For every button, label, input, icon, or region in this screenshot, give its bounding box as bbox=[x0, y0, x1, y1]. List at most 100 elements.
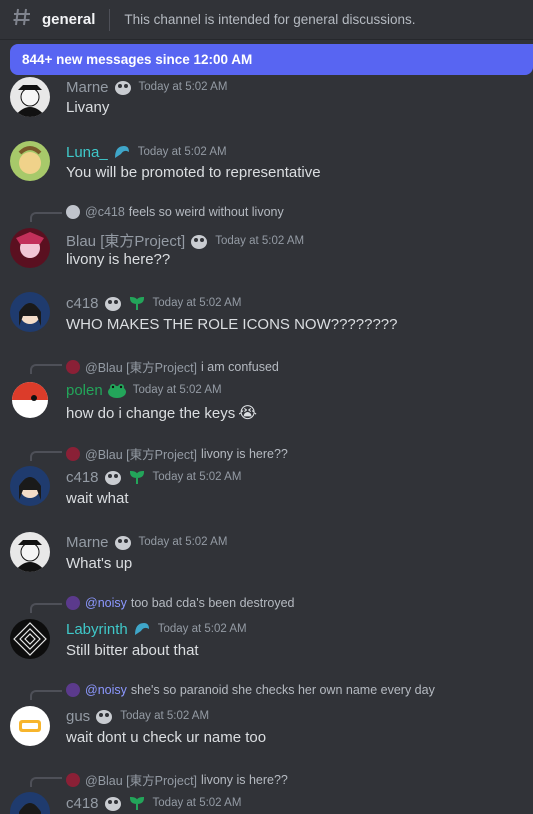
reply-connector bbox=[30, 212, 62, 222]
message-header: Blau [東方Project] Today at 5:02 AM bbox=[66, 230, 304, 251]
message-text: What's up bbox=[66, 555, 133, 572]
role-badge-icon bbox=[94, 707, 114, 725]
reply-avatar-icon bbox=[66, 205, 80, 219]
message-text: WHO MAKES THE ROLE ICONS NOW???????? bbox=[66, 316, 398, 333]
luna-avatar-icon[interactable] bbox=[10, 141, 50, 181]
reply-author[interactable]: @Blau [東方Project] bbox=[85, 770, 197, 789]
wave-badge-icon bbox=[132, 620, 152, 638]
sprout-badge-icon bbox=[127, 294, 147, 312]
c418-avatar-icon[interactable] bbox=[10, 792, 50, 814]
channel-header: general This channel is intended for gen… bbox=[0, 0, 533, 40]
message-text: wait what bbox=[66, 490, 129, 507]
message-header: polen Today at 5:02 AM bbox=[66, 381, 222, 399]
reply-author[interactable]: @Blau [東方Project] bbox=[85, 444, 197, 463]
role-badge-icon bbox=[103, 794, 123, 812]
username[interactable]: c418 bbox=[66, 795, 99, 812]
username[interactable]: polen bbox=[66, 382, 103, 399]
username[interactable]: Luna_ bbox=[66, 144, 108, 161]
reply-text: too bad cda's been destroyed bbox=[130, 596, 295, 610]
reply-text: she's so paranoid she checks her own nam… bbox=[130, 683, 435, 697]
role-badge-icon bbox=[113, 78, 133, 96]
timestamp[interactable]: Today at 5:02 AM bbox=[133, 384, 222, 396]
username[interactable]: gus bbox=[66, 708, 90, 725]
reply-connector bbox=[30, 690, 62, 700]
role-badge-icon bbox=[103, 468, 123, 486]
message-body: how do i change the keys bbox=[66, 404, 236, 422]
reply-avatar-icon bbox=[66, 596, 80, 610]
message-header: Marne Today at 5:02 AM bbox=[66, 78, 227, 96]
timestamp[interactable]: Today at 5:02 AM bbox=[139, 81, 228, 93]
new-messages-banner[interactable]: 844+ new messages since 12:00 AM bbox=[10, 44, 533, 75]
reply-avatar-icon bbox=[66, 772, 80, 787]
header-divider bbox=[109, 8, 111, 31]
frog-badge-icon bbox=[107, 381, 127, 399]
reply-text: i am confused bbox=[201, 359, 279, 374]
reply-connector bbox=[30, 451, 62, 461]
message-header: c418 Today at 5:02 AM bbox=[66, 294, 241, 312]
reply-preview[interactable]: @Blau [東方Project] i am confused bbox=[66, 357, 279, 376]
reply-author[interactable]: @noisy bbox=[85, 596, 127, 610]
timestamp[interactable]: Today at 5:02 AM bbox=[158, 623, 247, 635]
crying-emoji-icon: 😭 bbox=[238, 405, 257, 422]
reply-author[interactable]: @c418 bbox=[85, 205, 125, 219]
reply-preview[interactable]: @Blau [東方Project] livony is here?? bbox=[66, 444, 288, 463]
hashtag-icon bbox=[12, 7, 34, 32]
timestamp[interactable]: Today at 5:02 AM bbox=[215, 235, 304, 247]
reply-preview[interactable]: @noisy she's so paranoid she checks her … bbox=[66, 683, 435, 697]
timestamp[interactable]: Today at 5:02 AM bbox=[120, 710, 209, 722]
message-text: wait dont u check ur name too bbox=[66, 729, 267, 746]
message-text: livony is here?? bbox=[66, 251, 171, 268]
reply-preview[interactable]: @noisy too bad cda's been destroyed bbox=[66, 596, 295, 610]
timestamp[interactable]: Today at 5:02 AM bbox=[153, 797, 242, 809]
reply-connector bbox=[30, 777, 62, 787]
c418-avatar-icon[interactable] bbox=[10, 466, 50, 506]
gus-avatar-icon[interactable] bbox=[10, 706, 50, 746]
reply-avatar-icon bbox=[66, 683, 80, 697]
username[interactable]: Labyrinth bbox=[66, 621, 128, 638]
username[interactable]: c418 bbox=[66, 469, 99, 486]
reply-author[interactable]: @Blau [東方Project] bbox=[85, 357, 197, 376]
message-header: c418 Today at 5:02 AM bbox=[66, 794, 241, 812]
channel-topic[interactable]: This channel is intended for general dis… bbox=[124, 12, 415, 27]
blau-avatar-icon[interactable] bbox=[10, 228, 50, 268]
sprout-badge-icon bbox=[127, 468, 147, 486]
labyrinth-avatar-icon[interactable] bbox=[10, 619, 50, 659]
timestamp[interactable]: Today at 5:02 AM bbox=[153, 471, 242, 483]
marne-avatar-icon[interactable] bbox=[10, 77, 50, 117]
reply-text: livony is here?? bbox=[201, 446, 288, 461]
reply-avatar-icon bbox=[66, 446, 80, 461]
role-badge-icon bbox=[103, 294, 123, 312]
username[interactable]: Marne bbox=[66, 79, 109, 96]
message-text: Livany bbox=[66, 99, 110, 116]
message-text: You will be promoted to representative bbox=[66, 164, 321, 181]
message-header: Marne Today at 5:02 AM bbox=[66, 533, 227, 551]
reply-connector bbox=[30, 364, 62, 374]
role-badge-icon bbox=[189, 232, 209, 250]
reply-text: livony is here?? bbox=[201, 772, 288, 787]
username[interactable]: Marne bbox=[66, 534, 109, 551]
username[interactable]: c418 bbox=[66, 295, 99, 312]
message-header: c418 Today at 5:02 AM bbox=[66, 468, 241, 486]
timestamp[interactable]: Today at 5:02 AM bbox=[153, 297, 242, 309]
marne-avatar-icon[interactable] bbox=[10, 532, 50, 572]
reply-avatar-icon bbox=[66, 359, 80, 374]
message-header: Labyrinth Today at 5:02 AM bbox=[66, 620, 247, 638]
polen-avatar-icon[interactable] bbox=[10, 380, 50, 420]
username[interactable]: Blau [東方Project] bbox=[66, 230, 185, 251]
reply-preview[interactable]: @Blau [東方Project] livony is here?? bbox=[66, 770, 288, 789]
timestamp[interactable]: Today at 5:02 AM bbox=[138, 146, 227, 158]
reply-author[interactable]: @noisy bbox=[85, 683, 127, 697]
role-badge-icon bbox=[113, 533, 133, 551]
message-text: how do i change the keys 😭 bbox=[66, 403, 257, 423]
message-header: gus Today at 5:02 AM bbox=[66, 707, 209, 725]
reply-text: feels so weird without livony bbox=[128, 205, 284, 219]
reply-connector bbox=[30, 603, 62, 613]
message-header: Luna_ Today at 5:02 AM bbox=[66, 143, 227, 161]
wave-badge-icon bbox=[112, 143, 132, 161]
channel-name: general bbox=[42, 11, 96, 28]
timestamp[interactable]: Today at 5:02 AM bbox=[139, 536, 228, 548]
reply-preview[interactable]: @c418 feels so weird without livony bbox=[66, 205, 284, 219]
message-text: Still bitter about that bbox=[66, 642, 199, 659]
sprout-badge-icon bbox=[127, 794, 147, 812]
c418-avatar-icon[interactable] bbox=[10, 292, 50, 332]
